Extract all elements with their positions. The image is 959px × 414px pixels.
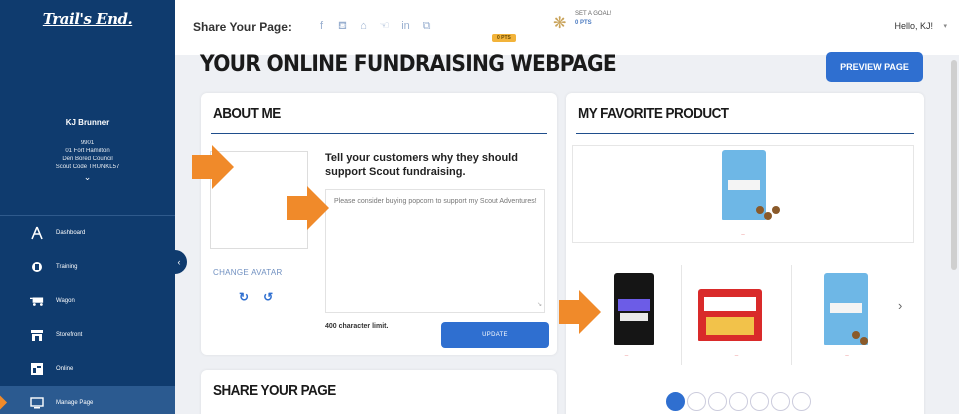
profile-panel: KJ Brunner 9901 01 Fort Hamilton Den Bor… bbox=[0, 118, 175, 183]
popcorn-piece bbox=[860, 337, 868, 345]
goal-widget[interactable]: ❋ SET A GOAL! 0 PTS 0 PTS bbox=[492, 8, 623, 42]
sidebar-nav: Dashboard Training Wagon Storefront Onli… bbox=[0, 215, 175, 414]
sidebar-item-label: Online bbox=[56, 366, 74, 372]
carousel-dot[interactable] bbox=[792, 392, 811, 411]
carousel-dot[interactable] bbox=[750, 392, 769, 411]
trophy-icon[interactable]: ⛾ bbox=[336, 18, 349, 34]
product-thumbnails: — — — bbox=[572, 265, 902, 365]
carousel-dot[interactable] bbox=[708, 392, 727, 411]
sidebar-item-label: Storefront bbox=[56, 332, 83, 338]
page-scrollbar[interactable] bbox=[951, 60, 957, 270]
sidebar: Trail's End. KJ Brunner 9901 01 Fort Ham… bbox=[0, 0, 175, 414]
product-image bbox=[698, 289, 762, 341]
sidebar-item-online[interactable]: Online bbox=[0, 352, 175, 386]
sidebar-item-training[interactable]: Training bbox=[0, 250, 175, 284]
storefront-icon bbox=[30, 329, 44, 341]
rotate-right-icon[interactable]: ↻ bbox=[239, 290, 249, 304]
resize-grip-icon[interactable]: ↘ bbox=[537, 299, 542, 311]
goal-label: SET A GOAL! bbox=[575, 11, 612, 17]
sidebar-item-dashboard[interactable]: Dashboard bbox=[0, 216, 175, 250]
rotate-controls: ↻ ↺ bbox=[239, 290, 273, 304]
facebook-icon[interactable]: f bbox=[315, 18, 328, 34]
linkedin-icon[interactable]: in bbox=[399, 18, 412, 34]
divider bbox=[576, 133, 914, 134]
annotation-arrow-icon bbox=[0, 395, 8, 410]
sidebar-item-manage-page[interactable]: Manage Page bbox=[0, 386, 175, 414]
product-thumb[interactable]: — bbox=[792, 265, 902, 365]
user-greeting[interactable]: Hello, KJ! bbox=[894, 21, 933, 31]
share-your-page-card: SHARE YOUR PAGE bbox=[201, 370, 557, 414]
profile-line: 9901 bbox=[80, 140, 95, 146]
home-icon[interactable]: ⌂ bbox=[357, 18, 370, 34]
product-image: ​ bbox=[722, 150, 780, 220]
sidebar-item-label: Manage Page bbox=[56, 400, 94, 406]
about-me-text: Please consider buying popcorn to suppor… bbox=[334, 198, 537, 205]
sidebar-item-label: Wagon bbox=[56, 298, 75, 304]
monitor-icon bbox=[30, 397, 44, 409]
about-prompt: Tell your customers why they should supp… bbox=[325, 152, 518, 178]
carousel-dot[interactable] bbox=[666, 392, 685, 411]
trails-end-logo[interactable]: Trail's End. bbox=[0, 10, 175, 28]
copy-link-icon[interactable]: ⧉ bbox=[420, 18, 433, 34]
sidebar-item-storefront[interactable]: Storefront bbox=[0, 318, 175, 352]
profile-line: Den Bored Council bbox=[62, 156, 113, 162]
product-caption: — bbox=[741, 232, 745, 236]
product-caption: — bbox=[624, 353, 629, 357]
carousel-dot[interactable] bbox=[771, 392, 790, 411]
divider bbox=[211, 133, 547, 134]
about-me-textarea[interactable]: Please consider buying popcorn to suppor… bbox=[325, 189, 545, 313]
change-avatar-link[interactable]: CHANGE AVATAR bbox=[213, 268, 283, 277]
carousel-dot[interactable] bbox=[729, 392, 748, 411]
favorite-product-title: MY FAVORITE PRODUCT bbox=[578, 105, 729, 122]
goal-star-icon: ❋ bbox=[553, 15, 567, 32]
annotation-arrow-icon bbox=[559, 290, 601, 334]
points-badge: 0 PTS bbox=[492, 34, 516, 42]
profile-line: Scout Code TRUNKL57 bbox=[55, 164, 120, 170]
carousel-dots bbox=[666, 392, 811, 411]
popcorn-piece bbox=[772, 206, 780, 214]
training-icon bbox=[30, 261, 44, 273]
preview-page-button[interactable]: PREVIEW PAGE bbox=[826, 52, 923, 82]
chevron-right-icon[interactable]: › bbox=[898, 298, 902, 313]
product-image bbox=[614, 273, 654, 345]
profile-name: KJ Brunner bbox=[65, 118, 110, 127]
favorite-product-card: MY FAVORITE PRODUCT ​ — — — bbox=[566, 93, 924, 414]
top-bar: Share Your Page: f ⛾ ⌂ ☜ in ⧉ ❋ SET A GO… bbox=[175, 0, 959, 55]
twitter-icon[interactable]: ☜ bbox=[378, 18, 391, 34]
about-me-title: ABOUT ME bbox=[213, 105, 281, 122]
product-image bbox=[824, 273, 868, 345]
update-button[interactable]: UPDATE bbox=[441, 322, 549, 348]
character-limit-note: 400 character limit. bbox=[325, 323, 389, 330]
share-icons: f ⛾ ⌂ ☜ in ⧉ bbox=[315, 18, 433, 34]
chevron-down-icon[interactable]: ▾ bbox=[943, 22, 947, 30]
share-your-page-title: SHARE YOUR PAGE bbox=[213, 382, 336, 399]
rotate-left-icon[interactable]: ↺ bbox=[263, 290, 273, 304]
goal-points: 0 PTS bbox=[575, 20, 592, 26]
sidebar-item-label: Training bbox=[56, 264, 78, 270]
popcorn-piece bbox=[764, 212, 772, 220]
popcorn-piece bbox=[756, 206, 764, 214]
product-thumb[interactable]: — bbox=[682, 265, 792, 365]
sidebar-collapse-button[interactable]: ‹ bbox=[171, 250, 187, 274]
annotation-arrow-icon bbox=[287, 186, 329, 230]
annotation-arrow-icon bbox=[192, 145, 234, 189]
online-icon bbox=[30, 363, 44, 375]
sidebar-item-wagon[interactable]: Wagon bbox=[0, 284, 175, 318]
share-label: Share Your Page: bbox=[193, 20, 292, 34]
featured-product[interactable]: ​ — bbox=[572, 145, 914, 243]
popcorn-piece bbox=[852, 331, 860, 339]
compass-icon bbox=[30, 226, 44, 240]
sidebar-item-label: Dashboard bbox=[56, 230, 86, 236]
profile-line: 01 Fort Hamilton bbox=[65, 148, 110, 154]
wagon-icon bbox=[30, 295, 44, 307]
carousel-dot[interactable] bbox=[687, 392, 706, 411]
about-me-card: ABOUT ME CHANGE AVATAR ↻ ↺ Tell your cus… bbox=[201, 93, 557, 355]
product-caption: — bbox=[845, 353, 849, 357]
product-caption: — bbox=[734, 353, 739, 357]
page-title: YOUR ONLINE FUNDRAISING WEBPAGE bbox=[200, 52, 617, 77]
chevron-down-icon[interactable]: ⌄ bbox=[0, 172, 175, 183]
